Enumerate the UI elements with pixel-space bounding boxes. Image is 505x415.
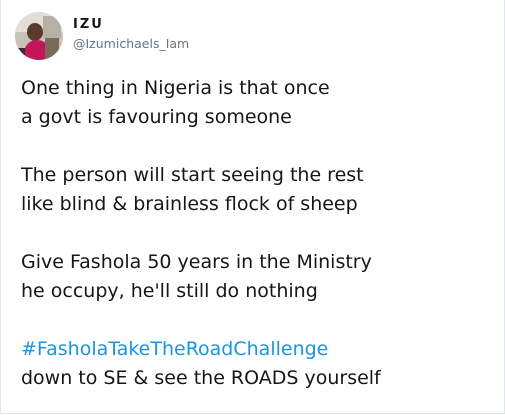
hashtag-link[interactable]: #FasholaTakeTheRoadChallenge: [21, 335, 501, 364]
tweet-paragraph: One thing in Nigeria is that once a govt…: [21, 74, 501, 132]
user-names: IZU @Izumichaels_Iam: [73, 16, 189, 53]
tweet-line: Give Fashola 50 years in the Ministry: [21, 251, 372, 273]
tweet-paragraph: Give Fashola 50 years in the Ministry he…: [21, 248, 501, 306]
tweet-paragraph: #FasholaTakeTheRoadChallenge down to SE …: [21, 335, 501, 393]
tweet-line: a govt is favouring someone: [21, 106, 292, 128]
tweet-card: IZU @Izumichaels_Iam One thing in Nigeri…: [0, 0, 505, 414]
tweet-line: he occupy, he'll still do nothing: [21, 280, 318, 302]
tweet-line: like blind & brainless flock of sheep: [21, 193, 358, 215]
tweet-line: down to SE & see the ROADS yourself: [21, 367, 381, 389]
avatar[interactable]: [15, 12, 63, 60]
profile-photo-avatar-icon: [15, 12, 63, 60]
tweet-paragraph: The person will start seeing the rest li…: [21, 161, 501, 219]
display-name[interactable]: IZU: [73, 16, 189, 34]
tweet-line: One thing in Nigeria is that once: [21, 77, 330, 99]
user-handle[interactable]: @Izumichaels_Iam: [73, 35, 189, 53]
tweet-text: One thing in Nigeria is that once a govt…: [21, 74, 501, 393]
tweet-header: IZU @Izumichaels_Iam: [15, 12, 189, 60]
tweet-line: The person will start seeing the rest: [21, 164, 364, 186]
